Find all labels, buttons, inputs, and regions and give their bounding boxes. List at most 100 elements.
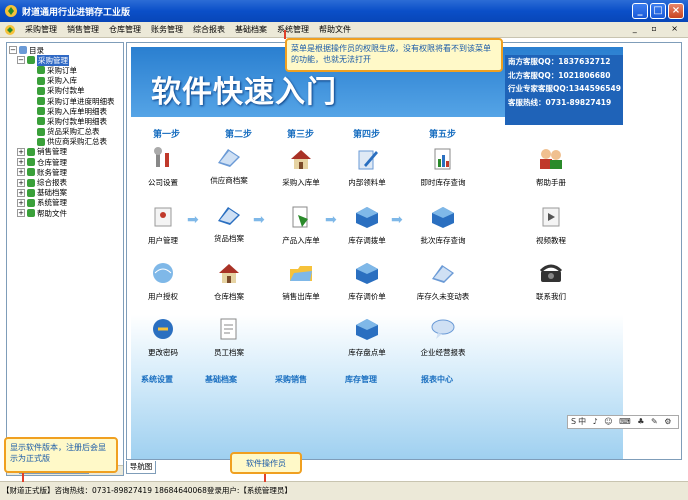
help-manual-button[interactable]: 帮助手册 bbox=[515, 147, 587, 188]
close-button[interactable]: × bbox=[668, 3, 684, 19]
step-label: 第四步 bbox=[353, 130, 381, 140]
stocktake-button[interactable]: 库存盘点单 bbox=[331, 317, 403, 358]
tree-item-help[interactable]: + 帮助文件 bbox=[7, 208, 123, 218]
step-label: 第一步 bbox=[153, 130, 181, 140]
phone-icon bbox=[539, 264, 563, 282]
staff-doc-icon bbox=[220, 318, 237, 340]
stock-price-button[interactable]: 库存调价单 bbox=[331, 261, 403, 302]
contact-us-button[interactable]: 联系我们 bbox=[515, 261, 587, 302]
tab-report-center[interactable]: 报表中心 bbox=[421, 374, 453, 385]
video-window-icon bbox=[542, 207, 560, 227]
steps-row: 第一步 第二步 第三步 第四步 第五步 bbox=[131, 127, 623, 140]
people-icon bbox=[540, 149, 562, 169]
expand-icon[interactable]: + bbox=[17, 168, 25, 177]
tree-item-purchase[interactable]: − 采购管理 bbox=[7, 54, 123, 66]
house-icon bbox=[291, 150, 311, 169]
ime-toolbar[interactable]: S中 ♪ ☺ ⌨ ♣ ✎ ⚙ bbox=[567, 415, 679, 429]
company-settings-button[interactable]: 公司设置 bbox=[131, 147, 199, 188]
stagnant-stock-button[interactable]: 库存久未变动表 bbox=[407, 261, 479, 302]
warehouse-archive-button[interactable]: 仓库档案 bbox=[193, 261, 265, 302]
tree-item[interactable]: 采购付款单 bbox=[7, 86, 123, 96]
tree-item-sales[interactable]: + 销售管理 bbox=[7, 147, 123, 157]
mdi-window-controls[interactable]: _ ▫ × bbox=[633, 24, 684, 33]
contact-line: 北方客服QQ：1021806680 bbox=[508, 70, 611, 80]
navigation-tree[interactable]: − 目录 − 采购管理 采购订单 采购入库 采购付款单 采购订单进度明细表 采购… bbox=[6, 42, 124, 476]
tree-item[interactable]: 采购订单 bbox=[7, 65, 123, 75]
tree-item[interactable]: 采购订单进度明细表 bbox=[7, 96, 123, 106]
menu-accounts[interactable]: 账务管理 bbox=[146, 22, 188, 38]
folder-icon bbox=[432, 265, 454, 283]
sales-out-button[interactable]: 销售出库单 bbox=[265, 261, 337, 302]
operator-callout: 软件操作员 bbox=[230, 452, 302, 474]
module-icon bbox=[27, 188, 35, 197]
tree-root[interactable]: − 目录 bbox=[7, 45, 123, 55]
tab-navigation-map[interactable]: 导航图 bbox=[126, 461, 156, 474]
leaf-icon bbox=[37, 76, 45, 85]
tree-item-accounts[interactable]: + 账务管理 bbox=[7, 167, 123, 177]
tab-basic-archives[interactable]: 基础档案 bbox=[205, 374, 237, 385]
globe-icon bbox=[153, 263, 173, 283]
chat-bubble-icon bbox=[431, 319, 455, 339]
menu-reports[interactable]: 综合报表 bbox=[188, 22, 230, 38]
menu-system[interactable]: 系统管理 bbox=[272, 22, 314, 38]
internal-use-button[interactable]: 内部领料单 bbox=[331, 147, 403, 188]
collapse-icon[interactable]: − bbox=[17, 56, 25, 65]
cube-icon bbox=[356, 319, 378, 340]
user-auth-button[interactable]: 用户授权 bbox=[131, 261, 199, 302]
tree-item-warehouse[interactable]: + 仓库管理 bbox=[7, 157, 123, 167]
step-label: 第五步 bbox=[429, 130, 457, 140]
folder-icon bbox=[218, 149, 240, 167]
main-panel: 软件快速入门 南方客服QQ：1837632712 北方客服QQ：10218066… bbox=[126, 42, 682, 460]
tree-item[interactable]: 供应商采购汇总表 bbox=[7, 137, 123, 147]
tab-purchase-sales[interactable]: 采购销售 bbox=[275, 374, 307, 385]
supplier-archive-button[interactable]: 供应商档案 bbox=[193, 145, 265, 186]
expand-icon[interactable]: + bbox=[17, 178, 25, 187]
app-logo-icon bbox=[5, 5, 17, 17]
product-doc-icon bbox=[292, 206, 308, 228]
leaf-icon bbox=[37, 127, 45, 136]
window-title: 财道通用行业进销存工业版 bbox=[22, 7, 131, 18]
tab-system-settings[interactable]: 系统设置 bbox=[141, 374, 173, 385]
purchase-in-button[interactable]: 采购入库单 bbox=[265, 147, 337, 188]
menu-warehouse[interactable]: 仓库管理 bbox=[104, 22, 146, 38]
tree-item[interactable]: 货品采购汇总表 bbox=[7, 127, 123, 137]
tree-item-basic-archives[interactable]: + 基础档案 bbox=[7, 188, 123, 198]
batch-query-button[interactable]: 批次库存查询 bbox=[407, 205, 479, 246]
collapse-icon[interactable]: − bbox=[9, 46, 17, 55]
globe-key-icon bbox=[153, 319, 173, 339]
folder-icon bbox=[218, 207, 240, 225]
module-icon bbox=[27, 178, 35, 187]
tree-item-system[interactable]: + 系统管理 bbox=[7, 198, 123, 208]
tree-item[interactable]: 采购入库单明细表 bbox=[7, 106, 123, 116]
menu-bar: 采购管理 销售管理 仓库管理 账务管理 综合报表 基础档案 系统管理 帮助文件 … bbox=[0, 22, 688, 38]
module-icon bbox=[27, 168, 35, 177]
expand-icon[interactable]: + bbox=[17, 198, 25, 207]
expand-icon[interactable]: + bbox=[17, 147, 25, 156]
menu-purchase[interactable]: 采购管理 bbox=[20, 22, 62, 38]
contact-line: 客服热线：0731-89827419 bbox=[508, 97, 612, 107]
minimize-button[interactable]: _ bbox=[632, 3, 648, 19]
tree-item[interactable]: 采购入库 bbox=[7, 76, 123, 86]
step-label: 第二步 bbox=[225, 130, 253, 140]
tree-item-reports[interactable]: + 综合报表 bbox=[7, 177, 123, 187]
title-bar: 财道通用行业进销存工业版 _ □ × bbox=[0, 0, 688, 22]
restore-button[interactable]: □ bbox=[650, 3, 666, 19]
tree-item[interactable]: 采购付款单明细表 bbox=[7, 116, 123, 126]
menu-basic-archives[interactable]: 基础档案 bbox=[230, 22, 272, 38]
expand-icon[interactable]: + bbox=[17, 188, 25, 197]
realtime-stock-button[interactable]: 即时库存查询 bbox=[407, 147, 479, 188]
module-icon bbox=[27, 56, 35, 65]
video-tutorial-button[interactable]: 视频教程 bbox=[515, 205, 587, 246]
ops-report-button[interactable]: 企业经营报表 bbox=[407, 317, 479, 358]
contact-line: 行业专家客服QQ:1344596549 bbox=[508, 84, 621, 93]
staff-archive-button[interactable]: 员工档案 bbox=[193, 317, 265, 358]
expand-icon[interactable]: + bbox=[17, 158, 25, 167]
menu-help[interactable]: 帮助文件 bbox=[314, 22, 356, 38]
quick-start-logo: 软件快速入门 bbox=[151, 75, 337, 110]
change-password-button[interactable]: 更改密码 bbox=[131, 317, 199, 358]
menu-sales[interactable]: 销售管理 bbox=[62, 22, 104, 38]
callout-pointer bbox=[284, 30, 286, 39]
tab-stock-mgmt[interactable]: 库存管理 bbox=[345, 374, 377, 385]
expand-icon[interactable]: + bbox=[17, 209, 25, 218]
contact-panel: 南方客服QQ：1837632712 北方客服QQ：1021806680 行业专家… bbox=[505, 55, 623, 125]
